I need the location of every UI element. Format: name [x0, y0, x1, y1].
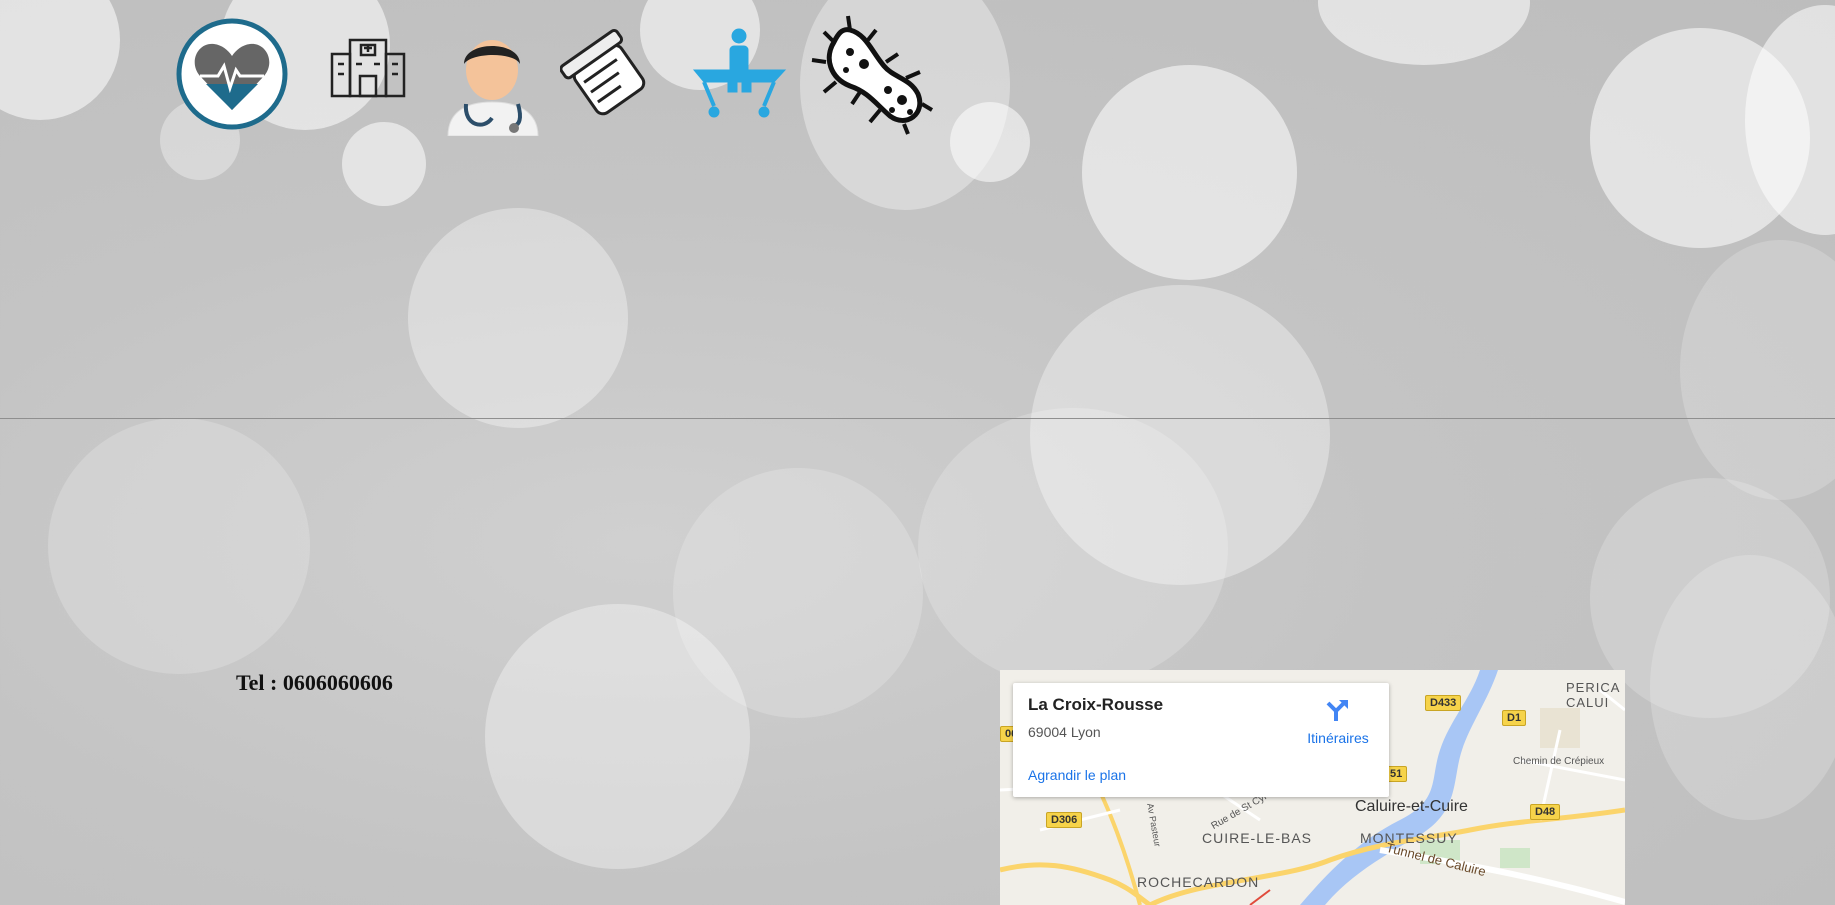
- doctor-icon[interactable]: [442, 34, 544, 141]
- map-info-card: La Croix-Rousse 69004 Lyon Agrandir le p…: [1013, 683, 1389, 797]
- hospital-icon[interactable]: [330, 34, 406, 103]
- place-address: 69004 Lyon: [1028, 724, 1101, 740]
- map-label-pericaud: PERICA CALUI: [1566, 680, 1620, 710]
- directions-button[interactable]: Itinéraires: [1293, 697, 1383, 746]
- map-label-chemin: Chemin de Crépieux: [1513, 756, 1605, 767]
- icon-row: [0, 0, 1835, 150]
- map-label-cuire-le-bas: CUIRE-LE-BAS: [1202, 830, 1313, 846]
- enlarge-map-link[interactable]: Agrandir le plan: [1028, 767, 1126, 783]
- map-label-caluire: Caluire-et-Cuire: [1355, 798, 1468, 815]
- heart-pulse-icon[interactable]: [176, 18, 288, 135]
- road-shield-d433: D433: [1425, 695, 1462, 711]
- map-label-rochecardon: ROCHECARDON: [1137, 874, 1260, 890]
- divider: [0, 418, 1835, 419]
- bacteria-icon[interactable]: [806, 12, 934, 141]
- patient-bed-icon[interactable]: [692, 26, 787, 125]
- place-name: La Croix-Rousse: [1028, 695, 1164, 714]
- directions-icon: [1326, 700, 1348, 721]
- map-label-montessuy: MONTESSUY: [1360, 830, 1458, 846]
- road-shield-d48: D48: [1530, 804, 1561, 820]
- pill-bottle-icon[interactable]: [559, 26, 660, 127]
- directions-label: Itinéraires: [1307, 730, 1369, 746]
- road-shield-d306: D306: [1046, 812, 1083, 828]
- road-shield-d1: D1: [1502, 710, 1527, 726]
- phone-number: Tel : 0606060606: [236, 670, 393, 695]
